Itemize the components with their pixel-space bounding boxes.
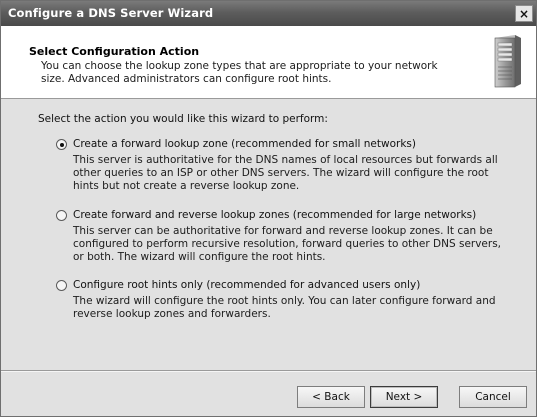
wizard-body: Select the action you would like this wi… bbox=[1, 99, 536, 370]
window-title: Configure a DNS Server Wizard bbox=[8, 6, 214, 20]
cancel-button[interactable]: Cancel bbox=[459, 386, 527, 408]
footer-divider bbox=[1, 370, 536, 372]
close-icon: × bbox=[518, 6, 530, 21]
radio-forward-and-reverse-zones[interactable] bbox=[56, 210, 67, 221]
back-button[interactable]: < Back bbox=[297, 386, 365, 408]
option-label[interactable]: Create a forward lookup zone (recommende… bbox=[73, 138, 416, 150]
next-button[interactable]: Next > bbox=[370, 386, 438, 408]
wizard-window: Configure a DNS Server Wizard × Select C… bbox=[0, 0, 537, 417]
action-prompt: Select the action you would like this wi… bbox=[38, 113, 328, 125]
radio-forward-lookup-zone[interactable] bbox=[56, 139, 67, 150]
option-label[interactable]: Create forward and reverse lookup zones … bbox=[73, 209, 476, 221]
page-description: You can choose the lookup zone types tha… bbox=[41, 60, 438, 85]
option-label[interactable]: Configure root hints only (recommended f… bbox=[73, 279, 420, 291]
server-icon bbox=[494, 35, 521, 88]
wizard-header: Select Configuration Action You can choo… bbox=[1, 26, 536, 99]
radio-root-hints-only[interactable] bbox=[56, 280, 67, 291]
option-description: The wizard will configure the root hints… bbox=[73, 295, 496, 320]
page-title: Select Configuration Action bbox=[29, 45, 200, 58]
option-description: This server can be authoritative for for… bbox=[73, 225, 502, 263]
title-bar[interactable]: Configure a DNS Server Wizard × bbox=[1, 1, 536, 26]
option-description: This server is authoritative for the DNS… bbox=[73, 154, 498, 192]
close-button[interactable]: × bbox=[515, 5, 533, 22]
